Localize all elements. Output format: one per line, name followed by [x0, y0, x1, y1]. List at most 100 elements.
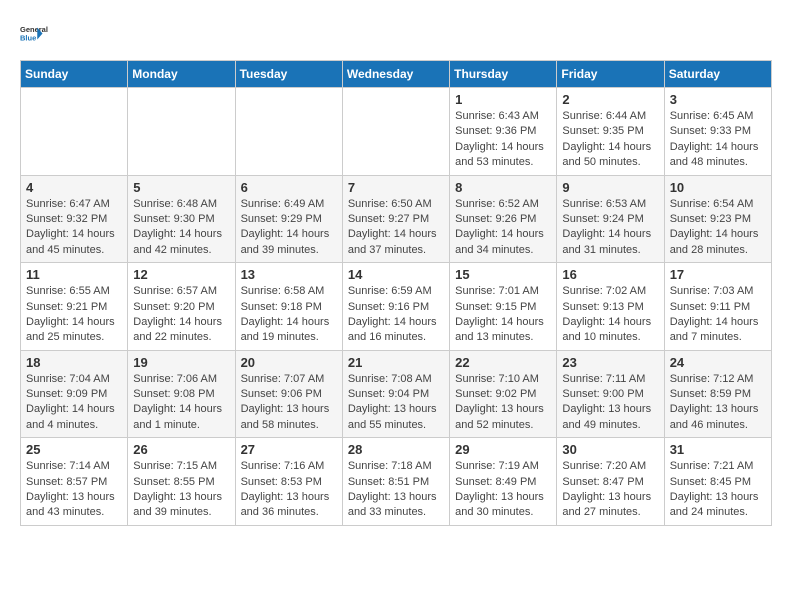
calendar-cell — [128, 88, 235, 176]
week-row-3: 11 Sunrise: 6:55 AM Sunset: 9:21 PM Dayli… — [21, 263, 772, 351]
day-info: Sunrise: 6:49 AM Sunset: 9:29 PM Dayligh… — [241, 197, 337, 259]
calendar-cell: 17 Sunrise: 7:03 AM Sunset: 9:11 PM Dayli… — [664, 263, 771, 351]
day-info: Sunrise: 6:47 AM Sunset: 9:32 PM Dayligh… — [26, 197, 122, 259]
day-number: 23 — [562, 355, 658, 370]
day-number: 7 — [348, 180, 444, 195]
calendar-cell: 21 Sunrise: 7:08 AM Sunset: 9:04 PM Dayli… — [342, 350, 449, 438]
calendar-cell: 4 Sunrise: 6:47 AM Sunset: 9:32 PM Daylig… — [21, 175, 128, 263]
day-number: 15 — [455, 267, 551, 282]
calendar-cell: 22Sunrise: 7:10 AM Sunset: 9:02 PM Dayli… — [450, 350, 557, 438]
day-info: Sunrise: 7:03 AM Sunset: 9:11 PM Dayligh… — [670, 284, 766, 346]
day-number: 16 — [562, 267, 658, 282]
day-number: 12 — [133, 267, 229, 282]
day-number: 29 — [455, 442, 551, 457]
day-info: Sunrise: 6:48 AM Sunset: 9:30 PM Dayligh… — [133, 197, 229, 259]
calendar-cell: 5 Sunrise: 6:48 AM Sunset: 9:30 PM Daylig… — [128, 175, 235, 263]
day-info: Sunrise: 6:59 AM Sunset: 9:16 PM Dayligh… — [348, 284, 444, 346]
logo: GeneralBlue — [20, 20, 50, 50]
calendar-cell: 13Sunrise: 6:58 AM Sunset: 9:18 PM Dayli… — [235, 263, 342, 351]
day-number: 27 — [241, 442, 337, 457]
calendar-cell: 23 Sunrise: 7:11 AM Sunset: 9:00 PM Dayli… — [557, 350, 664, 438]
day-number: 6 — [241, 180, 337, 195]
day-info: Sunrise: 7:06 AM Sunset: 9:08 PM Dayligh… — [133, 372, 229, 434]
day-header-wednesday: Wednesday — [342, 61, 449, 88]
calendar-cell: 26 Sunrise: 7:15 AM Sunset: 8:55 PM Dayli… — [128, 438, 235, 526]
day-info: Sunrise: 6:52 AM Sunset: 9:26 PM Dayligh… — [455, 197, 551, 259]
calendar-cell: 1Sunrise: 6:43 AM Sunset: 9:36 PM Daylig… — [450, 88, 557, 176]
calendar-cell — [235, 88, 342, 176]
day-info: Sunrise: 7:19 AM Sunset: 8:49 PM Dayligh… — [455, 459, 551, 521]
day-number: 21 — [348, 355, 444, 370]
days-header-row: SundayMondayTuesdayWednesdayThursdayFrid… — [21, 61, 772, 88]
day-number: 26 — [133, 442, 229, 457]
day-number: 25 — [26, 442, 122, 457]
calendar-cell: 24 Sunrise: 7:12 AM Sunset: 8:59 PM Dayli… — [664, 350, 771, 438]
calendar-cell: 2Sunrise: 6:44 AM Sunset: 9:35 PM Daylig… — [557, 88, 664, 176]
day-info: Sunrise: 7:21 AM Sunset: 8:45 PM Dayligh… — [670, 459, 766, 521]
day-info: Sunrise: 6:54 AM Sunset: 9:23 PM Dayligh… — [670, 197, 766, 259]
week-row-1: 1Sunrise: 6:43 AM Sunset: 9:36 PM Daylig… — [21, 88, 772, 176]
calendar-cell: 15 Sunrise: 7:01 AM Sunset: 9:15 PM Dayli… — [450, 263, 557, 351]
day-header-friday: Friday — [557, 61, 664, 88]
day-number: 10 — [670, 180, 766, 195]
calendar-cell: 12Sunrise: 6:57 AM Sunset: 9:20 PM Dayli… — [128, 263, 235, 351]
day-number: 5 — [133, 180, 229, 195]
day-info: Sunrise: 7:07 AM Sunset: 9:06 PM Dayligh… — [241, 372, 337, 434]
calendar-cell — [342, 88, 449, 176]
calendar-cell: 11 Sunrise: 6:55 AM Sunset: 9:21 PM Dayli… — [21, 263, 128, 351]
day-number: 11 — [26, 267, 122, 282]
day-number: 18 — [26, 355, 122, 370]
day-info: Sunrise: 6:45 AM Sunset: 9:33 PM Dayligh… — [670, 109, 766, 171]
day-info: Sunrise: 7:11 AM Sunset: 9:00 PM Dayligh… — [562, 372, 658, 434]
day-header-sunday: Sunday — [21, 61, 128, 88]
day-number: 28 — [348, 442, 444, 457]
day-info: Sunrise: 7:15 AM Sunset: 8:55 PM Dayligh… — [133, 459, 229, 521]
day-info: Sunrise: 7:04 AM Sunset: 9:09 PM Dayligh… — [26, 372, 122, 434]
week-row-4: 18 Sunrise: 7:04 AM Sunset: 9:09 PM Dayli… — [21, 350, 772, 438]
day-info: Sunrise: 6:53 AM Sunset: 9:24 PM Dayligh… — [562, 197, 658, 259]
day-info: Sunrise: 7:08 AM Sunset: 9:04 PM Dayligh… — [348, 372, 444, 434]
calendar-cell: 18 Sunrise: 7:04 AM Sunset: 9:09 PM Dayli… — [21, 350, 128, 438]
logo-icon: GeneralBlue — [20, 20, 50, 50]
day-number: 24 — [670, 355, 766, 370]
week-row-5: 25Sunrise: 7:14 AM Sunset: 8:57 PM Dayli… — [21, 438, 772, 526]
calendar-cell: 20 Sunrise: 7:07 AM Sunset: 9:06 PM Dayli… — [235, 350, 342, 438]
calendar-cell: 16 Sunrise: 7:02 AM Sunset: 9:13 PM Dayli… — [557, 263, 664, 351]
day-info: Sunrise: 7:01 AM Sunset: 9:15 PM Dayligh… — [455, 284, 551, 346]
day-number: 9 — [562, 180, 658, 195]
day-number: 19 — [133, 355, 229, 370]
day-number: 3 — [670, 92, 766, 107]
day-number: 20 — [241, 355, 337, 370]
day-info: Sunrise: 7:12 AM Sunset: 8:59 PM Dayligh… — [670, 372, 766, 434]
day-info: Sunrise: 7:16 AM Sunset: 8:53 PM Dayligh… — [241, 459, 337, 521]
calendar-cell: 30 Sunrise: 7:20 AM Sunset: 8:47 PM Dayli… — [557, 438, 664, 526]
day-number: 8 — [455, 180, 551, 195]
day-number: 17 — [670, 267, 766, 282]
day-info: Sunrise: 7:10 AM Sunset: 9:02 PM Dayligh… — [455, 372, 551, 434]
calendar-cell: 19 Sunrise: 7:06 AM Sunset: 9:08 PM Dayli… — [128, 350, 235, 438]
day-header-monday: Monday — [128, 61, 235, 88]
day-info: Sunrise: 7:18 AM Sunset: 8:51 PM Dayligh… — [348, 459, 444, 521]
calendar-cell: 3 Sunrise: 6:45 AM Sunset: 9:33 PM Daylig… — [664, 88, 771, 176]
day-number: 1 — [455, 92, 551, 107]
calendar-table: SundayMondayTuesdayWednesdayThursdayFrid… — [20, 60, 772, 526]
calendar-cell — [21, 88, 128, 176]
day-header-tuesday: Tuesday — [235, 61, 342, 88]
day-number: 30 — [562, 442, 658, 457]
svg-text:Blue: Blue — [20, 33, 36, 42]
day-number: 2 — [562, 92, 658, 107]
day-number: 4 — [26, 180, 122, 195]
calendar-body: 1Sunrise: 6:43 AM Sunset: 9:36 PM Daylig… — [21, 88, 772, 526]
calendar-cell: 31Sunrise: 7:21 AM Sunset: 8:45 PM Dayli… — [664, 438, 771, 526]
day-info: Sunrise: 7:20 AM Sunset: 8:47 PM Dayligh… — [562, 459, 658, 521]
day-header-saturday: Saturday — [664, 61, 771, 88]
calendar-cell: 28 Sunrise: 7:18 AM Sunset: 8:51 PM Dayli… — [342, 438, 449, 526]
day-info: Sunrise: 6:55 AM Sunset: 9:21 PM Dayligh… — [26, 284, 122, 346]
day-info: Sunrise: 6:50 AM Sunset: 9:27 PM Dayligh… — [348, 197, 444, 259]
day-info: Sunrise: 7:02 AM Sunset: 9:13 PM Dayligh… — [562, 284, 658, 346]
calendar-cell: 8 Sunrise: 6:52 AM Sunset: 9:26 PM Daylig… — [450, 175, 557, 263]
day-number: 14 — [348, 267, 444, 282]
calendar-cell: 9 Sunrise: 6:53 AM Sunset: 9:24 PM Daylig… — [557, 175, 664, 263]
day-header-thursday: Thursday — [450, 61, 557, 88]
page-header: GeneralBlue — [20, 20, 772, 50]
